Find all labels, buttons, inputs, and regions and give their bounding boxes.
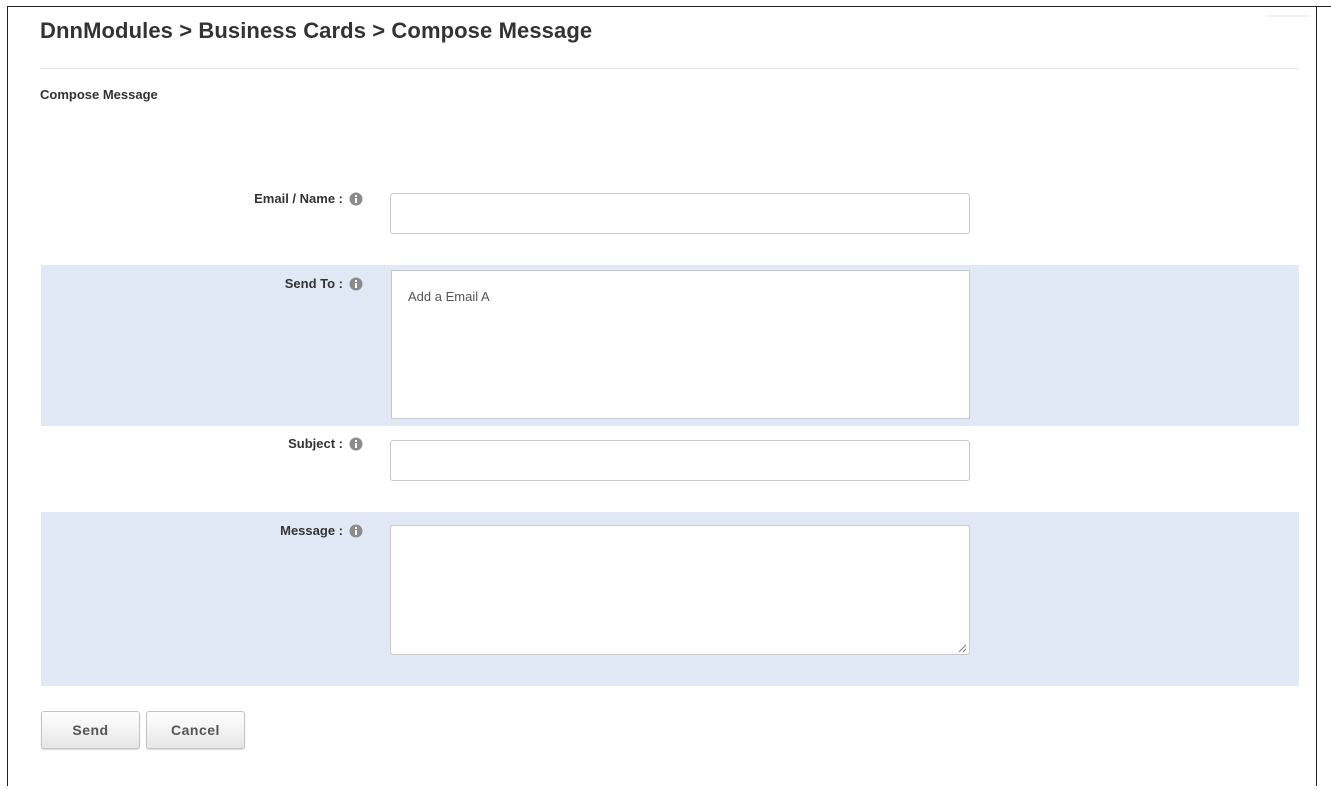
section-title: Compose Message xyxy=(40,87,158,102)
send-button[interactable]: Send xyxy=(41,711,140,749)
subject-label-group: Subject : xyxy=(288,436,363,451)
email-name-label: Email / Name : xyxy=(254,191,343,206)
send-to-placeholder[interactable]: Add a Email A xyxy=(408,289,490,304)
frame-decoration xyxy=(1268,15,1308,17)
title-divider xyxy=(40,68,1298,69)
message-label: Message : xyxy=(280,523,343,538)
cancel-button[interactable]: Cancel xyxy=(146,711,245,749)
email-name-input[interactable] xyxy=(390,193,970,234)
frame-edge xyxy=(1316,6,1331,7)
send-to-label-group: Send To : xyxy=(285,276,363,291)
info-icon[interactable] xyxy=(349,277,363,291)
send-to-row: Send To : Add a Email A xyxy=(41,265,1299,426)
info-icon[interactable] xyxy=(349,437,363,451)
breadcrumb: DnnModules > Business Cards > Compose Me… xyxy=(40,18,593,43)
info-icon[interactable] xyxy=(349,192,363,206)
email-name-label-group: Email / Name : xyxy=(254,191,363,206)
subject-label: Subject : xyxy=(288,436,343,451)
info-icon[interactable] xyxy=(349,524,363,538)
message-row: Message : xyxy=(41,512,1299,686)
subject-row: Subject : xyxy=(41,426,1299,511)
message-textarea[interactable] xyxy=(390,525,970,655)
message-label-group: Message : xyxy=(280,523,363,538)
send-to-label: Send To : xyxy=(284,276,343,291)
send-to-token-input[interactable]: Add a Email A xyxy=(391,270,970,419)
resize-grip-icon[interactable] xyxy=(958,644,967,653)
email-name-row: Email / Name : xyxy=(41,182,1299,247)
subject-input[interactable] xyxy=(390,440,970,481)
